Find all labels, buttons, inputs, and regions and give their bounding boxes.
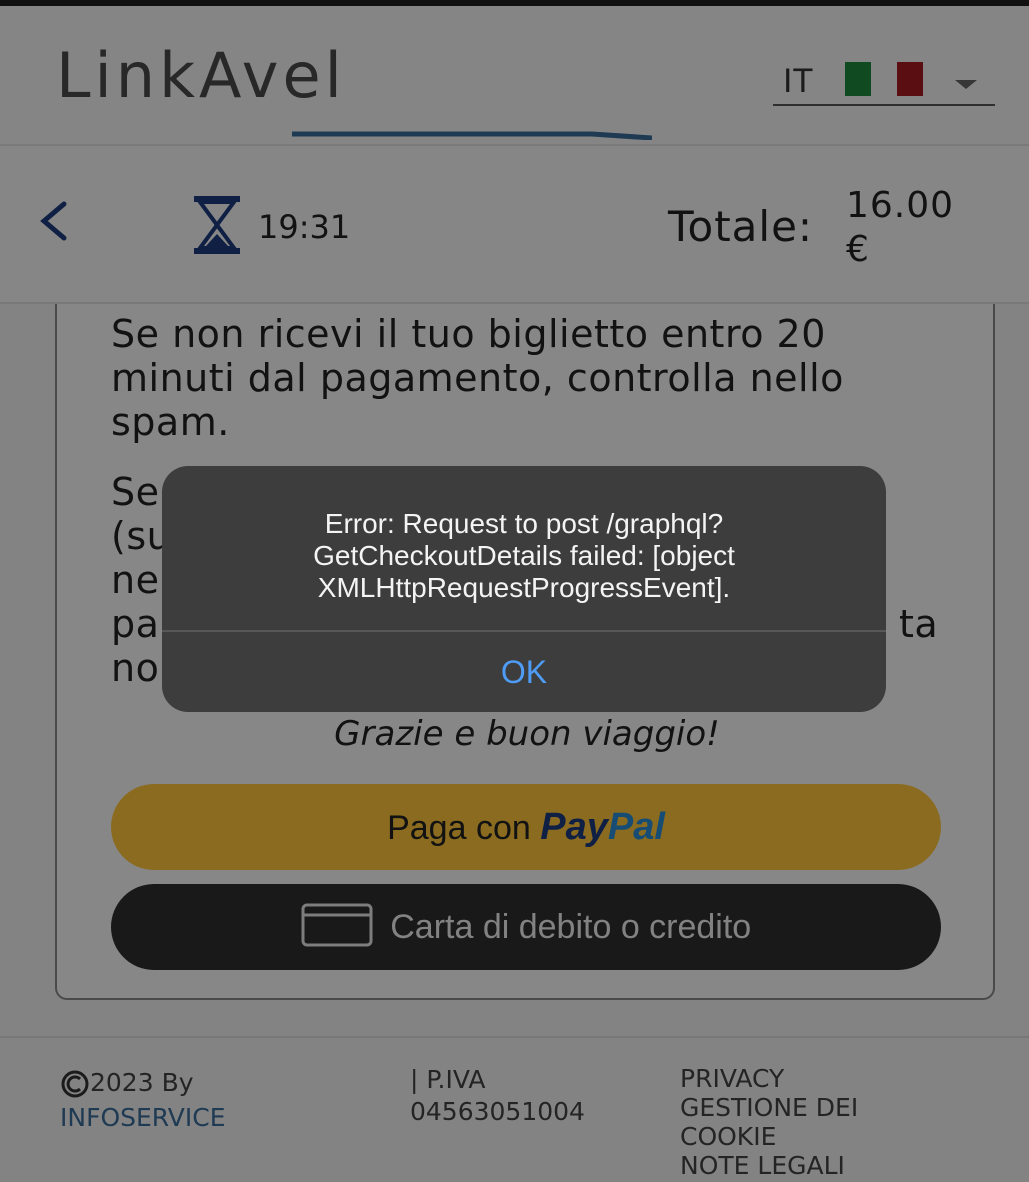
error-message: Error: Request to post /graphql? GetChec… (313, 508, 735, 603)
alert-ok-button[interactable]: OK (162, 632, 886, 712)
error-alert-dialog: Error: Request to post /graphql? GetChec… (162, 466, 886, 712)
